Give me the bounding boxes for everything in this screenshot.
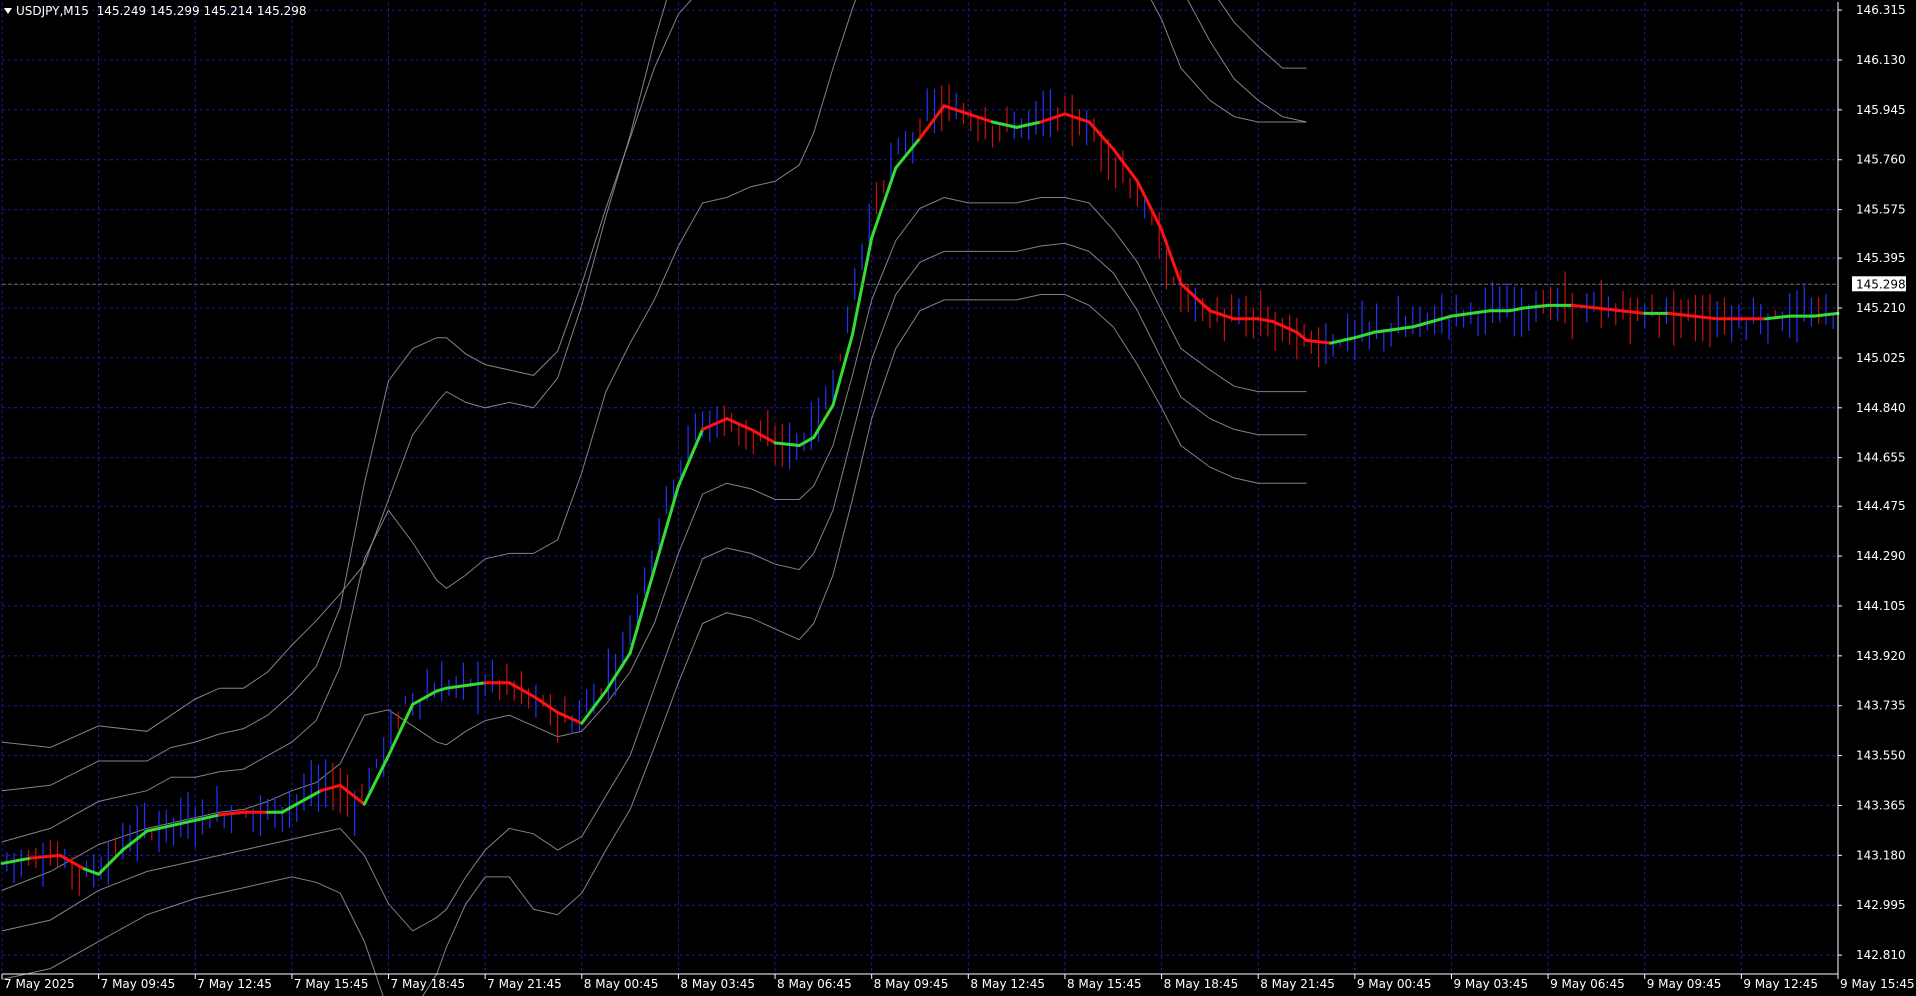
price-tick-label: 143.365 bbox=[1856, 798, 1906, 812]
chart-canvas[interactable]: 146.315 146.130 145.945 145.760 145.575 145.3… bbox=[0, 0, 1916, 996]
current-price-label: 145.298 bbox=[1856, 277, 1906, 291]
price-tick-label: 145.760 bbox=[1856, 153, 1906, 167]
time-tick-label: 7 May 21:45 bbox=[487, 977, 562, 991]
price-tick-label: 143.550 bbox=[1856, 749, 1906, 763]
price-tick-label: 143.920 bbox=[1856, 649, 1906, 663]
time-tick-label: 9 May 15:45 bbox=[1840, 977, 1915, 991]
chart-header: USDJPY,M15 145.249 145.299 145.214 145.2… bbox=[4, 4, 307, 18]
time-tick-label: 7 May 18:45 bbox=[391, 977, 466, 991]
time-tick-label: 8 May 06:45 bbox=[777, 977, 852, 991]
symbol-timeframe: USDJPY,M15 bbox=[16, 4, 89, 18]
price-tick-label: 145.945 bbox=[1856, 103, 1906, 117]
price-tick-label: 146.315 bbox=[1856, 3, 1906, 17]
price-tick-label: 144.655 bbox=[1856, 451, 1906, 465]
time-tick-label: 9 May 12:45 bbox=[1743, 977, 1818, 991]
price-tick-label: 142.810 bbox=[1856, 948, 1906, 962]
price-tick-label: 143.735 bbox=[1856, 699, 1906, 713]
time-tick-label: 9 May 03:45 bbox=[1453, 977, 1528, 991]
price-tick-label: 143.180 bbox=[1856, 848, 1906, 862]
time-tick-label: 8 May 03:45 bbox=[680, 977, 755, 991]
dropdown-triangle-icon[interactable] bbox=[4, 8, 12, 14]
time-tick-label: 7 May 15:45 bbox=[294, 977, 369, 991]
price-tick-label: 145.210 bbox=[1856, 301, 1906, 315]
time-tick-label: 8 May 09:45 bbox=[874, 977, 949, 991]
time-tick-label: 8 May 12:45 bbox=[970, 977, 1045, 991]
time-tick-label: 9 May 00:45 bbox=[1357, 977, 1432, 991]
time-tick-label: 9 May 09:45 bbox=[1647, 977, 1722, 991]
price-chart[interactable]: 146.315 146.130 145.945 145.760 145.575 145.3… bbox=[0, 0, 1916, 996]
time-tick-label: 8 May 21:45 bbox=[1260, 977, 1335, 991]
price-tick-label: 145.025 bbox=[1856, 351, 1906, 365]
price-tick-label: 144.290 bbox=[1856, 549, 1906, 563]
time-tick-label: 8 May 15:45 bbox=[1067, 977, 1142, 991]
price-tick-label: 145.575 bbox=[1856, 203, 1906, 217]
ohlc-values: 145.249 145.299 145.214 145.298 bbox=[96, 4, 307, 18]
price-tick-label: 145.395 bbox=[1856, 251, 1906, 265]
time-tick-label: 8 May 00:45 bbox=[584, 977, 659, 991]
time-tick-label: 9 May 06:45 bbox=[1550, 977, 1625, 991]
time-tick-label: 8 May 18:45 bbox=[1164, 977, 1239, 991]
time-tick-label: 7 May 12:45 bbox=[197, 977, 272, 991]
time-tick-label: 7 May 2025 bbox=[4, 977, 75, 991]
price-tick-label: 144.475 bbox=[1856, 499, 1906, 513]
time-tick-label: 7 May 09:45 bbox=[101, 977, 176, 991]
price-tick-label: 144.105 bbox=[1856, 599, 1906, 613]
price-tick-label: 144.840 bbox=[1856, 401, 1906, 415]
price-tick-label: 142.995 bbox=[1856, 898, 1906, 912]
price-tick-label: 146.130 bbox=[1856, 53, 1906, 67]
